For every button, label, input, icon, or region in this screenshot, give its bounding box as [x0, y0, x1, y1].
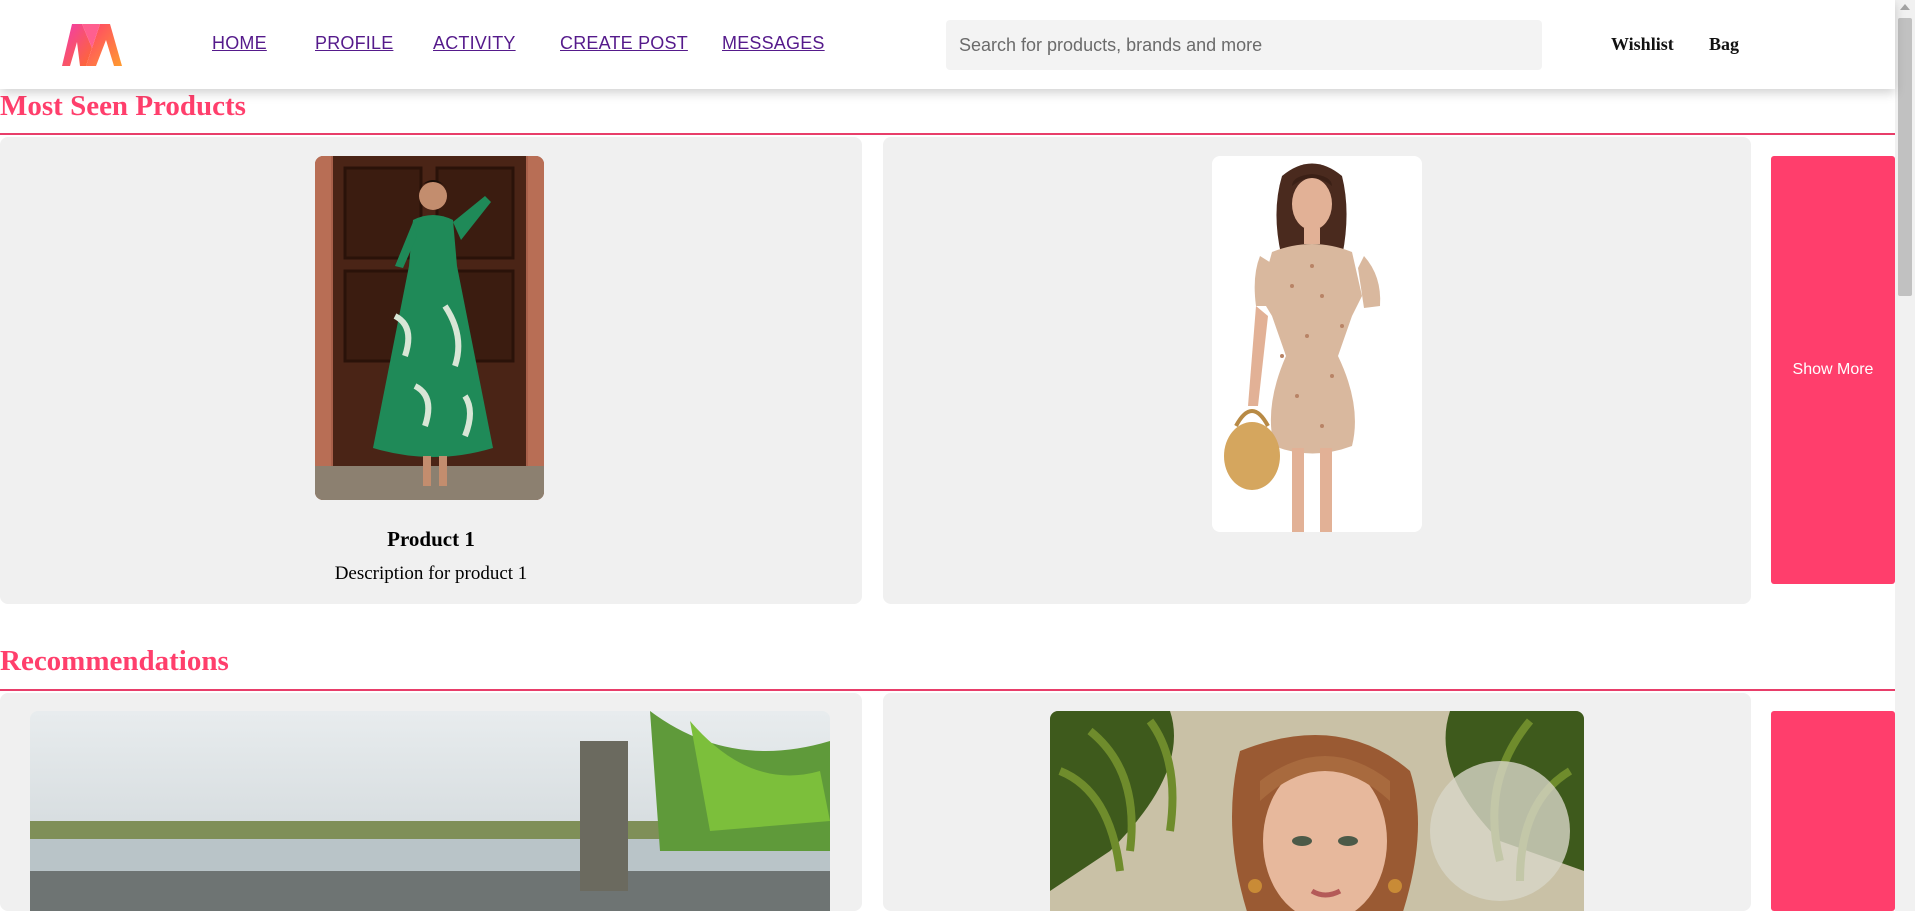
recommendations-title: Recommendations: [0, 645, 229, 677]
nav-create-post-link[interactable]: CREATE POST: [560, 33, 688, 54]
product-image[interactable]: [1212, 156, 1422, 532]
nav-messages-link[interactable]: MESSAGES: [722, 33, 825, 54]
search-input[interactable]: [959, 34, 1542, 56]
bag-link[interactable]: Bag: [1709, 34, 1739, 55]
myntra-logo-icon[interactable]: [60, 22, 124, 68]
show-more-button[interactable]: Show More: [1771, 156, 1895, 584]
vertical-scrollbar[interactable]: [1895, 0, 1915, 911]
nav-profile-link[interactable]: PROFILE: [315, 33, 393, 54]
top-header: HOME PROFILE ACTIVITY CREATE POST MESSAG…: [0, 0, 1895, 89]
nav-home-link[interactable]: HOME: [212, 33, 267, 54]
product-title: Product 1: [387, 527, 475, 551]
nav-activity-link[interactable]: ACTIVITY: [433, 33, 516, 54]
product-description: Description for product 1: [334, 563, 528, 584]
section-divider: [0, 133, 1895, 135]
product-card[interactable]: [883, 137, 1751, 604]
recommendation-image[interactable]: [1050, 711, 1584, 911]
recommendation-card[interactable]: [0, 693, 862, 911]
scroll-up-arrow-icon[interactable]: [1900, 4, 1910, 10]
recommendation-card[interactable]: [883, 693, 1751, 911]
wishlist-link[interactable]: Wishlist: [1611, 34, 1674, 55]
scroll-thumb[interactable]: [1898, 18, 1912, 296]
show-more-button[interactable]: [1771, 711, 1895, 911]
most-seen-title: Most Seen Products: [0, 90, 246, 122]
search-box: [946, 20, 1542, 70]
recommendation-image[interactable]: [30, 711, 830, 911]
product-image[interactable]: [315, 156, 544, 500]
product-card[interactable]: Product 1 Description for product 1: [0, 137, 862, 604]
section-divider: [0, 689, 1895, 691]
